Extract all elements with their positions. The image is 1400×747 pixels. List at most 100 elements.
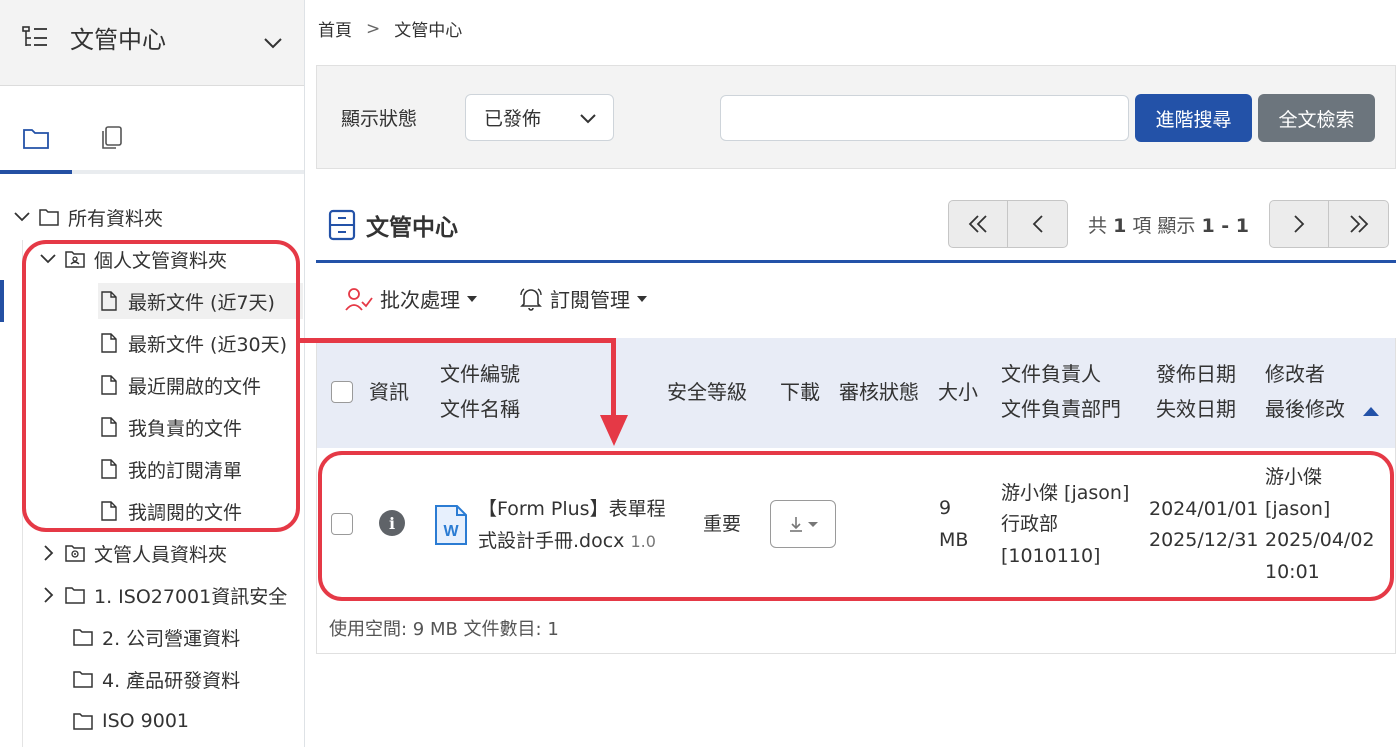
tree-item-company-operations[interactable]: 2. 公司營運資料 bbox=[72, 619, 240, 655]
table-header: 資訊 文件編號 文件名稱 安全等級 下載 審核狀態 大小 文件負責人 文件負責部… bbox=[316, 338, 1396, 448]
col-last-modified[interactable]: 最後修改 bbox=[1265, 392, 1345, 427]
search-input[interactable] bbox=[720, 95, 1129, 141]
file-size-value: 9 bbox=[939, 497, 952, 519]
breadcrumb-home[interactable]: 首頁 bbox=[318, 16, 352, 41]
document-icon bbox=[101, 501, 117, 521]
subscription-menu[interactable]: 訂閱管理 bbox=[518, 284, 648, 313]
tree-item-label: 最新文件 (近30天) bbox=[128, 333, 288, 356]
modified-time: 10:01 bbox=[1265, 561, 1320, 583]
folder-icon bbox=[65, 587, 85, 604]
col-doc-no[interactable]: 文件編號 bbox=[440, 357, 520, 392]
caret-down-icon bbox=[467, 295, 477, 302]
folder-icon bbox=[73, 629, 93, 646]
section-header: 文管中心 bbox=[328, 208, 458, 242]
table-row: i W 【Form Plus】表單程 式設計手冊.docx 1.0 重要 9 M… bbox=[316, 448, 1396, 600]
col-security[interactable]: 安全等級 bbox=[667, 375, 747, 410]
tree-item-product-rd[interactable]: 4. 產品研發資料 bbox=[72, 661, 240, 697]
folder-icon bbox=[73, 671, 93, 688]
folder-tab-icon[interactable] bbox=[22, 124, 50, 152]
breadcrumb-separator: > bbox=[366, 18, 381, 39]
caret-down-icon bbox=[637, 295, 647, 302]
document-icon bbox=[101, 417, 117, 437]
file-name-link[interactable]: 【Form Plus】表單程 式設計手冊.docx 1.0 bbox=[478, 493, 666, 558]
active-tab-indicator bbox=[0, 170, 72, 174]
breadcrumb-current: 文管中心 bbox=[394, 21, 463, 41]
col-modifier[interactable]: 修改者 bbox=[1265, 357, 1325, 392]
pager-mid: 項 顯示 bbox=[1132, 214, 1196, 237]
pagination-info: 共 1 項 顯示 1 - 1 bbox=[1068, 211, 1269, 238]
modifier-name: 游小傑 bbox=[1265, 466, 1323, 488]
tree-item-label: 2. 公司營運資料 bbox=[102, 627, 241, 650]
col-info: 資訊 bbox=[369, 380, 409, 404]
annotation-arrow-head bbox=[600, 415, 628, 446]
copy-document-tab-icon[interactable] bbox=[98, 124, 126, 152]
word-document-icon: W bbox=[435, 505, 467, 545]
status-label: 顯示狀態 bbox=[341, 108, 418, 130]
document-icon bbox=[101, 291, 117, 311]
col-review[interactable]: 審核狀態 bbox=[839, 375, 919, 410]
last-page-button[interactable] bbox=[1329, 201, 1388, 247]
filter-bar: 顯示狀態 已發佈 進階搜尋 全文檢索 bbox=[316, 65, 1396, 169]
col-doc-name[interactable]: 文件名稱 bbox=[440, 392, 520, 427]
prev-page-button[interactable] bbox=[1008, 201, 1067, 247]
sidebar-title: 文管中心 bbox=[70, 26, 166, 54]
tree-item-my-subscriptions[interactable]: 我的訂閱清單 bbox=[98, 451, 242, 487]
chevron-down-icon[interactable] bbox=[262, 32, 284, 54]
sidebar: 文管中心 所有資料夾 個人文管資料夾 最新文件 (近7天) 最新文件 (近30天… bbox=[0, 0, 305, 747]
caret-down-icon[interactable] bbox=[38, 249, 58, 269]
tree-item-personal-folder[interactable]: 個人文管資料夾 bbox=[38, 241, 227, 277]
tree-guide-line bbox=[22, 240, 23, 747]
fulltext-search-button[interactable]: 全文檢索 bbox=[1258, 94, 1375, 142]
first-page-button[interactable] bbox=[949, 201, 1008, 247]
status-select[interactable]: 已發佈 bbox=[465, 94, 614, 141]
tree-item-iso9001[interactable]: ISO 9001 bbox=[72, 703, 189, 739]
col-dept[interactable]: 文件負責部門 bbox=[1001, 392, 1121, 427]
pagination: 共 1 項 顯示 1 - 1 bbox=[948, 200, 1389, 248]
tree-item-all-folders[interactable]: 所有資料夾 bbox=[12, 199, 163, 235]
double-chevron-left-icon bbox=[968, 215, 987, 233]
sidebar-header[interactable]: 文管中心 bbox=[0, 0, 304, 86]
select-all-checkbox[interactable] bbox=[331, 381, 353, 403]
download-button[interactable] bbox=[770, 500, 836, 548]
folder-icon bbox=[73, 713, 93, 730]
tree-list-icon bbox=[22, 26, 47, 46]
tree-item-my-responsible[interactable]: 我負責的文件 bbox=[98, 409, 242, 445]
tree-item-recent-7-days[interactable]: 最新文件 (近7天) bbox=[98, 283, 303, 319]
folder-icon bbox=[39, 209, 59, 226]
caret-down-icon[interactable] bbox=[12, 207, 32, 227]
table-toolbar: 批次處理 訂閱管理 bbox=[344, 284, 648, 313]
tree-item-label: 4. 產品研發資料 bbox=[102, 669, 241, 692]
tree-item-my-borrowed[interactable]: 我調閱的文件 bbox=[98, 493, 242, 529]
col-size[interactable]: 大小 bbox=[938, 375, 978, 410]
document-icon bbox=[101, 375, 117, 395]
sidebar-tabs bbox=[0, 86, 304, 174]
double-chevron-right-icon bbox=[1349, 215, 1368, 233]
document-icon bbox=[101, 459, 117, 479]
caret-right-icon[interactable] bbox=[38, 543, 58, 563]
next-page-button[interactable] bbox=[1270, 201, 1329, 247]
col-expire[interactable]: 失效日期 bbox=[1156, 392, 1236, 427]
info-icon[interactable]: i bbox=[379, 510, 405, 536]
modified-date: 2025/04/02 bbox=[1265, 529, 1375, 551]
tree-item-label: 1. ISO27001資訊安全 bbox=[94, 585, 288, 608]
file-version: 1.0 bbox=[630, 532, 656, 551]
sort-ascending-icon[interactable] bbox=[1362, 405, 1380, 417]
col-publish[interactable]: 發佈日期 bbox=[1156, 357, 1236, 392]
tree-item-iso27001[interactable]: 1. ISO27001資訊安全 bbox=[38, 577, 287, 613]
tree-item-label: ISO 9001 bbox=[102, 710, 190, 732]
col-owner[interactable]: 文件負責人 bbox=[1001, 357, 1101, 392]
batch-process-menu[interactable]: 批次處理 bbox=[344, 284, 478, 313]
caret-right-icon[interactable] bbox=[38, 585, 58, 605]
advanced-search-button[interactable]: 進階搜尋 bbox=[1135, 94, 1252, 142]
personal-folder-icon bbox=[65, 251, 85, 268]
expire-date: 2025/12/31 bbox=[1149, 529, 1259, 551]
tree-item-label: 所有資料夾 bbox=[68, 207, 164, 230]
tree-item-label: 我負責的文件 bbox=[128, 417, 243, 440]
tree-item-recently-opened[interactable]: 最近開啟的文件 bbox=[98, 367, 261, 403]
settings-folder-icon bbox=[65, 545, 85, 562]
tree-item-staff-folder[interactable]: 文管人員資料夾 bbox=[38, 535, 227, 571]
document-icon bbox=[101, 333, 117, 353]
tree-item-label: 我的訂閱清單 bbox=[128, 459, 243, 482]
tree-item-recent-30-days[interactable]: 最新文件 (近30天) bbox=[98, 325, 287, 361]
row-checkbox[interactable] bbox=[331, 513, 353, 535]
